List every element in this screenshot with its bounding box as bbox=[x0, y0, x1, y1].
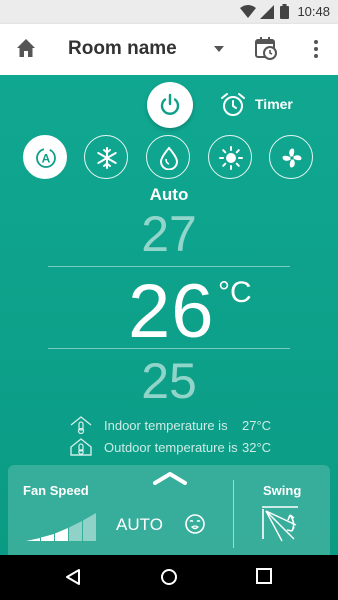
more-vert-icon[interactable] bbox=[313, 39, 319, 59]
svg-text:A: A bbox=[42, 152, 51, 166]
navigation-bar bbox=[0, 555, 338, 600]
indoor-temperature-label: Indoor temperature is bbox=[104, 418, 228, 433]
water-drop-icon bbox=[159, 146, 179, 170]
power-icon bbox=[160, 93, 180, 115]
outdoor-thermometer-icon bbox=[70, 438, 92, 456]
swing-label: Swing bbox=[263, 483, 302, 498]
fan-icon bbox=[282, 148, 302, 168]
alarm-clock-icon[interactable] bbox=[220, 92, 246, 118]
auto-mode-button[interactable]: A bbox=[23, 135, 67, 179]
fan-speed-value[interactable]: AUTO bbox=[116, 515, 163, 535]
chevron-up-icon[interactable] bbox=[153, 471, 187, 485]
dry-mode-button[interactable] bbox=[146, 135, 190, 179]
timer-button[interactable]: Timer bbox=[255, 96, 293, 112]
temp-option-above[interactable]: 27 bbox=[0, 205, 338, 263]
outdoor-temperature-label: Outdoor temperature is bbox=[104, 440, 238, 455]
battery-icon bbox=[280, 4, 289, 19]
sun-icon bbox=[219, 146, 243, 170]
swing-icon[interactable] bbox=[260, 505, 300, 543]
temp-option-below[interactable]: 25 bbox=[0, 352, 338, 410]
schedule-icon[interactable] bbox=[254, 36, 278, 60]
heat-mode-button[interactable] bbox=[208, 135, 252, 179]
app-bar: Room name bbox=[0, 24, 338, 75]
fan-speed-bars[interactable] bbox=[26, 509, 98, 541]
chevron-down-icon[interactable] bbox=[214, 46, 224, 52]
bottom-control-panel: Fan Speed AUTO Swing bbox=[8, 465, 330, 555]
temperature-unit: °C bbox=[218, 276, 252, 309]
selected-mode-label: Auto bbox=[149, 185, 189, 204]
clock: 10:48 bbox=[297, 4, 330, 19]
outdoor-temperature-value: 32°C bbox=[242, 440, 272, 455]
picker-divider-bottom bbox=[48, 348, 290, 349]
home-nav-icon[interactable] bbox=[160, 568, 178, 586]
home-icon[interactable] bbox=[16, 38, 36, 58]
current-temperature[interactable]: 26 bbox=[128, 268, 215, 355]
snowflake-icon bbox=[97, 147, 117, 169]
indoor-temperature-value: 27°C bbox=[242, 418, 272, 433]
status-bar: 10:48 bbox=[0, 0, 338, 24]
fan-speed-label: Fan Speed bbox=[23, 483, 89, 498]
back-icon[interactable] bbox=[64, 568, 82, 586]
room-name-title[interactable]: Room name bbox=[68, 38, 177, 60]
picker-divider-top bbox=[48, 266, 290, 267]
wifi-icon bbox=[240, 5, 256, 18]
signal-icon bbox=[260, 5, 274, 19]
panel-divider bbox=[233, 480, 234, 548]
fan-mode-button[interactable] bbox=[269, 135, 313, 179]
indoor-thermometer-icon bbox=[70, 416, 92, 434]
cool-mode-button[interactable] bbox=[84, 135, 128, 179]
recents-icon[interactable] bbox=[256, 568, 272, 584]
power-button[interactable] bbox=[147, 82, 193, 128]
auto-mode-icon: A bbox=[36, 148, 56, 168]
quiet-mode-icon[interactable] bbox=[184, 513, 206, 535]
